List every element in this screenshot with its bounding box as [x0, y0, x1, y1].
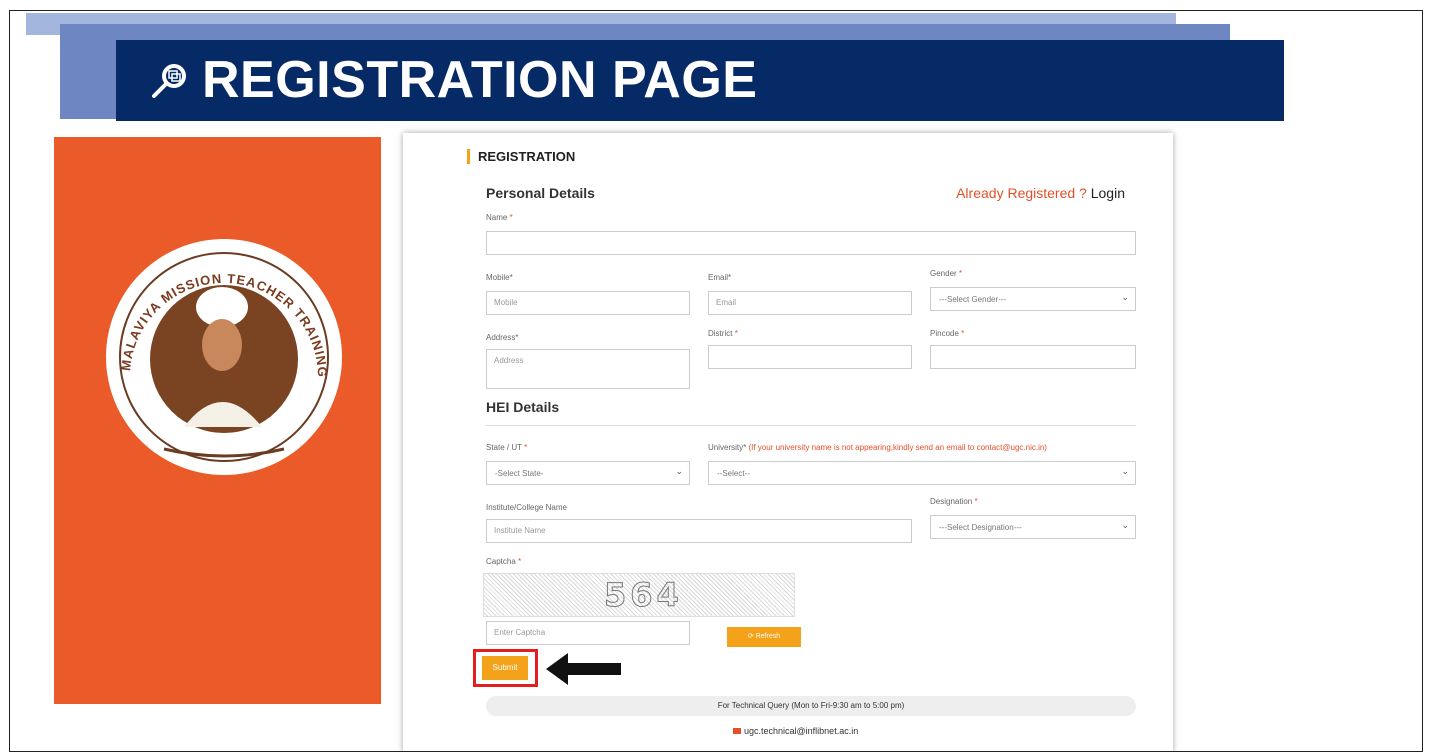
page-title: REGISTRATION PAGE [148, 49, 758, 111]
gender-select[interactable]: ---Select Gender--- ⌄ [930, 287, 1136, 311]
email-input[interactable]: Email [708, 291, 912, 315]
chevron-down-icon: ⌄ [1121, 520, 1129, 530]
login-link[interactable]: Login [1091, 185, 1125, 201]
designation-select[interactable]: ---Select Designation--- ⌄ [930, 515, 1136, 539]
name-label: Name * [486, 213, 513, 222]
state-label: State / UT * [486, 443, 528, 452]
mobile-input[interactable]: Mobile [486, 291, 690, 315]
personal-details-heading: Personal Details [486, 185, 595, 201]
captcha-image: 564 [483, 573, 795, 617]
state-select[interactable]: -Select State- ⌄ [486, 461, 690, 485]
magnifier-icon [152, 64, 186, 98]
hei-details-heading: HEI Details [486, 399, 560, 415]
refresh-icon: ⟳ [747, 633, 754, 640]
email-label: Email* [708, 273, 732, 282]
district-label: District * [708, 329, 738, 338]
institute-input[interactable]: Institute Name [486, 519, 912, 543]
registration-form: REGISTRATION Personal Details Already Re… [403, 133, 1173, 751]
pincode-label: Pincode * [930, 329, 965, 338]
refresh-captcha-button[interactable]: ⟳ Refresh [727, 627, 801, 647]
support-email[interactable]: ugc.technical@inflibnet.ac.in [733, 726, 858, 736]
captcha-code: 564 [604, 576, 683, 615]
pincode-input[interactable] [930, 345, 1136, 369]
university-select[interactable]: --Select-- ⌄ [708, 461, 1136, 485]
chevron-down-icon: ⌄ [1121, 292, 1129, 302]
institute-label: Institute/College Name [486, 503, 567, 512]
technical-query-bar: For Technical Query (Mon to Fri-9:30 am … [486, 696, 1136, 716]
mmttp-logo: MALAVIYA MISSION TEACHER TRAINING PROGRA… [104, 237, 342, 475]
mail-icon [733, 728, 741, 734]
divider [486, 425, 1136, 426]
captcha-label: Captcha * [486, 557, 522, 566]
district-input[interactable] [708, 345, 912, 369]
form-heading: REGISTRATION [467, 149, 575, 164]
page-title-text: REGISTRATION PAGE [202, 51, 758, 109]
chevron-down-icon: ⌄ [675, 466, 683, 476]
captcha-input[interactable]: Enter Captcha [486, 621, 690, 645]
address-label: Address* [486, 333, 519, 342]
slide: REGISTRATION PAGE MALAVIYA MISSION TEACH… [9, 10, 1423, 752]
university-label: University* (If your university name is … [708, 443, 1047, 452]
arrow-left-icon [546, 653, 621, 685]
name-input[interactable] [486, 231, 1136, 255]
chevron-down-icon: ⌄ [1121, 466, 1129, 476]
login-prompt: Already Registered ? Login [956, 185, 1125, 201]
mobile-label: Mobile* [486, 273, 513, 282]
already-registered-text: Already Registered ? [956, 185, 1087, 201]
submit-button[interactable]: Submit [482, 656, 528, 680]
gender-label: Gender * [930, 269, 963, 278]
designation-label: Designation * [930, 497, 978, 506]
logo-panel: MALAVIYA MISSION TEACHER TRAINING PROGRA… [54, 137, 381, 704]
address-textarea[interactable]: Address [486, 349, 690, 389]
